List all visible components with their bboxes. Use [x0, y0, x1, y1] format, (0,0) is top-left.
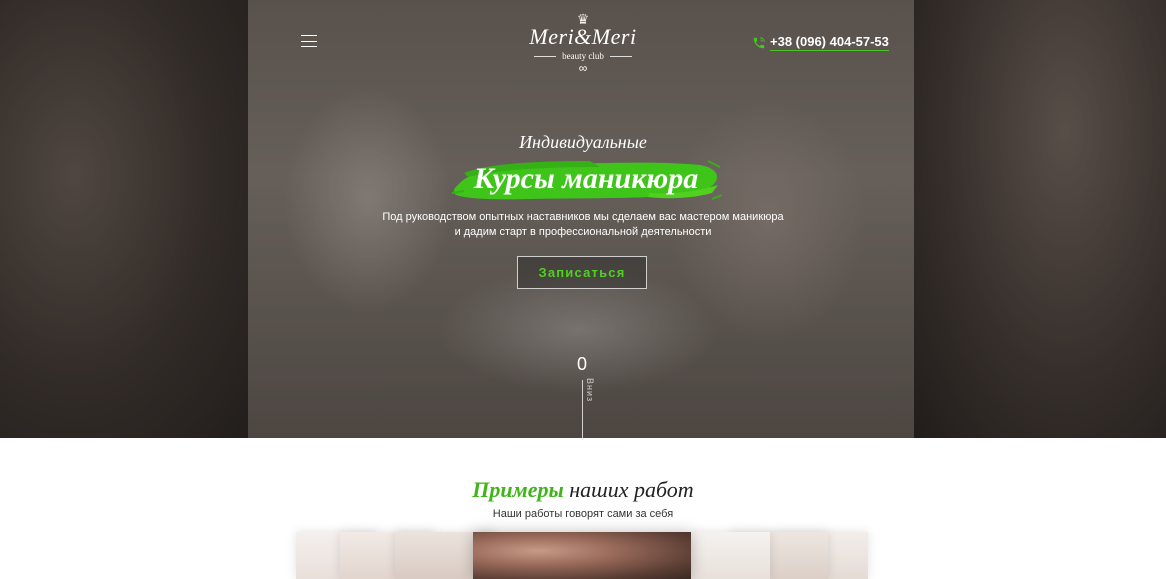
logo-tagline: beauty club [562, 51, 604, 61]
hero-subtitle: Индивидуальные [519, 132, 647, 152]
scroll-down-link[interactable]: Вниз [585, 378, 595, 402]
hero-lead: Под руководством опытных наставников мы … [0, 210, 1166, 240]
hero-lead-line-2: и дадим старт в профессиональной деятель… [454, 226, 712, 238]
hero-lead-line-1: Под руководством опытных наставников мы … [382, 211, 784, 223]
infinity-icon: ∞ [578, 61, 588, 75]
signup-button[interactable]: Записаться [517, 256, 647, 289]
gallery-item-featured[interactable] [473, 532, 691, 579]
logo[interactable]: ♛ Meri&Meri beauty club ∞ [523, 12, 643, 74]
hero-title: Курсы маникюра [473, 162, 699, 195]
works-title-accent: Примеры [472, 477, 564, 502]
hero-title-block: Курсы маникюра [450, 155, 722, 203]
logo-name: Meri&Meri [529, 24, 637, 49]
scroll-counter: 0 [576, 354, 587, 374]
works-gallery [0, 532, 1166, 579]
works-title-rest: наших работ [569, 477, 694, 502]
hero-section: ♛ Meri&Meri beauty club ∞ +38 (096) 404-… [0, 0, 1166, 438]
scroll-line [582, 380, 583, 438]
phone-icon [753, 36, 765, 48]
works-title: Примеры наших работ [0, 477, 1166, 503]
phone-link[interactable]: +38 (096) 404-57-53 [752, 34, 889, 51]
gallery-item[interactable] [690, 532, 770, 579]
works-subtitle: Наши работы говорят сами за себя [492, 508, 674, 520]
phone-number: +38 (096) 404-57-53 [770, 34, 889, 51]
hamburger-icon[interactable] [301, 35, 317, 47]
